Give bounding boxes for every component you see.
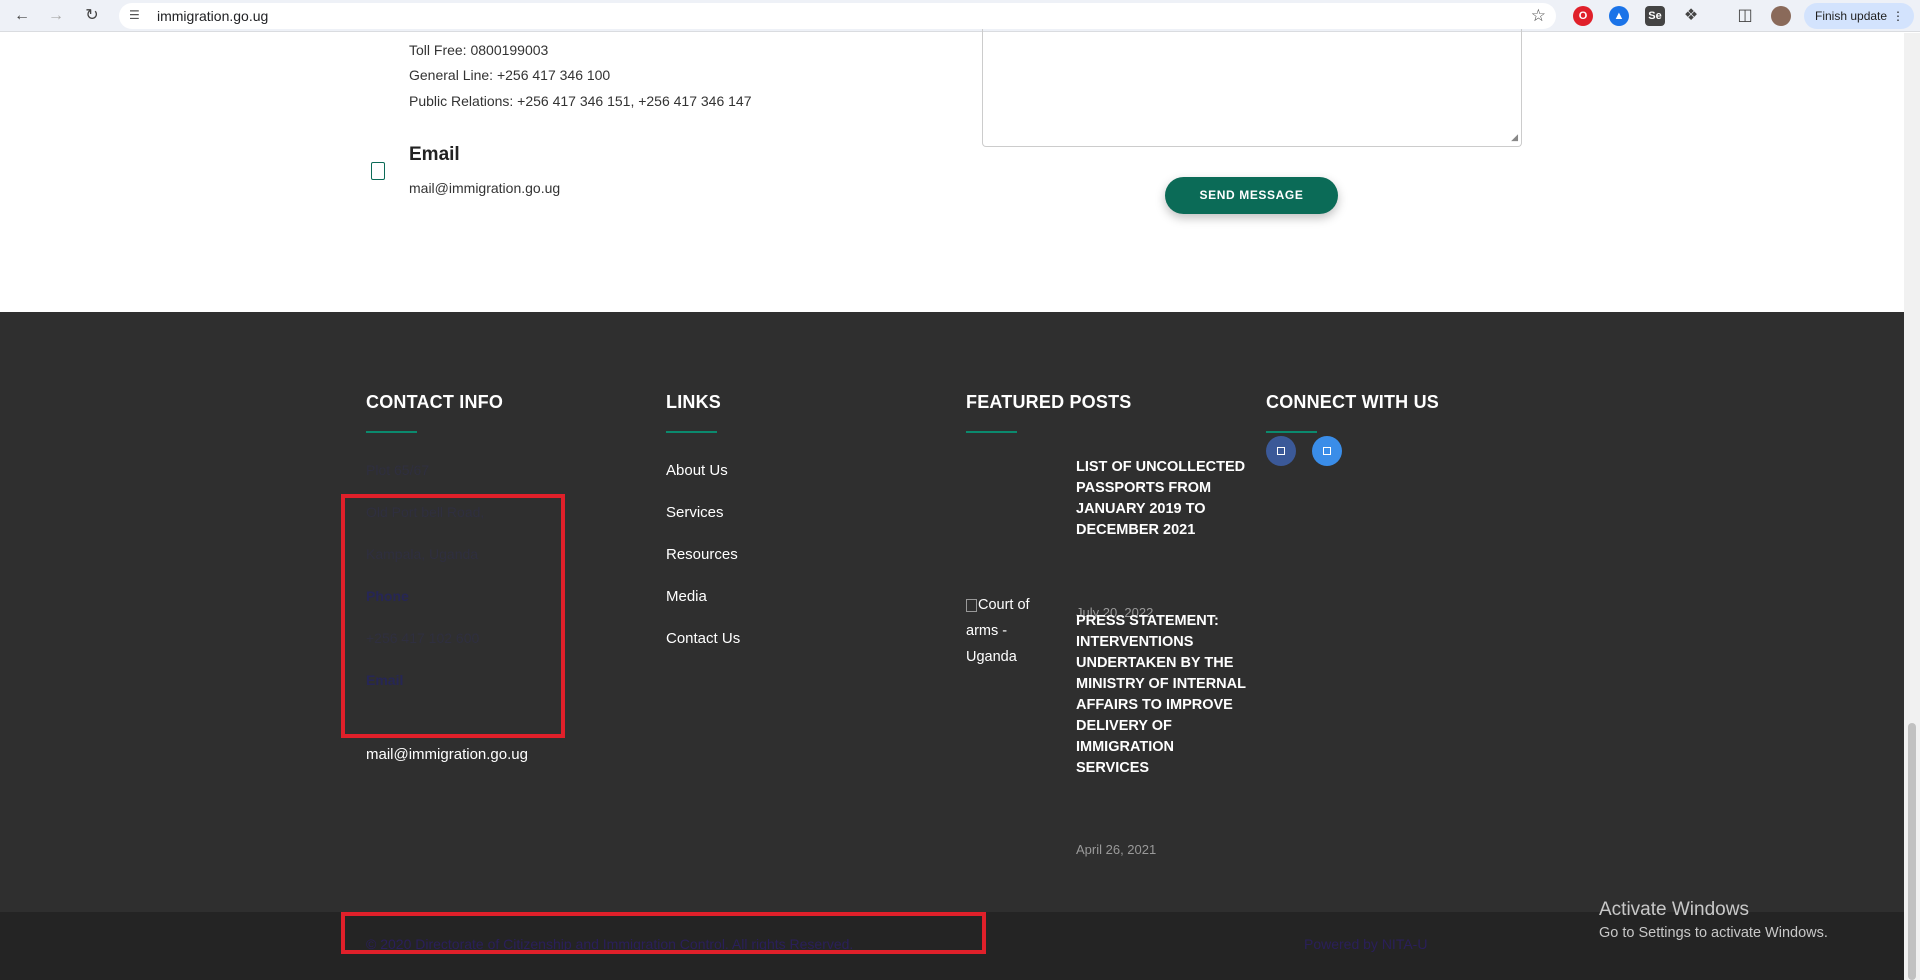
twitter-icon[interactable] xyxy=(1312,436,1342,466)
heading-underline xyxy=(366,431,417,433)
toll-free-text: Toll Free: 0800199003 xyxy=(409,42,549,58)
url-text: immigration.go.ug xyxy=(157,8,269,24)
post-title-2[interactable]: PRESS STATEMENT: INTERVENTIONS UNDERTAKE… xyxy=(1076,611,1246,779)
message-textarea[interactable]: ◢ xyxy=(982,29,1522,147)
resize-handle-icon[interactable]: ◢ xyxy=(1511,132,1518,143)
email-heading: Email xyxy=(409,144,460,165)
heading-underline xyxy=(1266,431,1317,433)
heading-underline xyxy=(666,431,717,433)
link-contact-us[interactable]: Contact Us xyxy=(666,630,740,647)
broken-image-icon xyxy=(966,598,977,612)
finish-update-label: Finish update xyxy=(1815,9,1888,23)
send-message-button[interactable]: SEND MESSAGE xyxy=(1165,177,1338,214)
links-heading: LINKS xyxy=(666,392,721,412)
more-options-icon[interactable]: ⋮ xyxy=(1892,3,1904,29)
scrollbar-thumb[interactable] xyxy=(1908,723,1916,980)
red-highlight-box xyxy=(341,494,565,738)
opera-extension-icon[interactable]: O xyxy=(1573,6,1593,26)
finish-update-button[interactable]: Finish update ⋮ xyxy=(1804,3,1914,29)
contact-info-heading: CONTACT INFO xyxy=(366,392,504,412)
arrow-left-icon[interactable]: ← xyxy=(10,4,34,28)
site-settings-icon[interactable]: ☰ xyxy=(129,8,140,22)
footer-email-link[interactable]: mail@immigration.go.ug xyxy=(366,746,528,763)
general-line-text: General Line: +256 417 346 100 xyxy=(409,67,611,83)
heading-underline xyxy=(966,431,1017,433)
facebook-icon[interactable] xyxy=(1266,436,1296,466)
address-bar[interactable]: ☰ immigration.go.ug ☆ xyxy=(119,3,1556,29)
public-relations-text: Public Relations: +256 417 346 151, +256… xyxy=(409,93,752,109)
footer: CONTACT INFO Plot 65/67 Old Port bell Ro… xyxy=(0,312,1904,912)
email-address-text[interactable]: mail@immigration.go.ug xyxy=(409,180,560,196)
selenium-extension-icon[interactable]: Se xyxy=(1645,6,1665,26)
connect-heading: CONNECT WITH US xyxy=(1266,392,1439,412)
link-services[interactable]: Services xyxy=(666,504,724,521)
page-scrollbar[interactable] xyxy=(1904,33,1920,980)
post-title-1[interactable]: LIST OF UNCOLLECTED PASSPORTS FROM JANUA… xyxy=(1076,457,1246,541)
link-resources[interactable]: Resources xyxy=(666,546,738,563)
profile-avatar[interactable] xyxy=(1771,6,1791,26)
side-panel-icon[interactable]: ◫ xyxy=(1735,6,1755,26)
post-date-2: April 26, 2021 xyxy=(1076,842,1157,857)
contact-section: Toll Free: 0800199003 General Line: +256… xyxy=(0,29,1904,312)
browser-toolbar: ← → ↻ ☰ immigration.go.ug ☆ O ▲ Se ❖ ◫ F… xyxy=(0,0,1920,32)
extension-icon[interactable]: ▲ xyxy=(1609,6,1629,26)
link-media[interactable]: Media xyxy=(666,588,707,605)
arrow-right-icon[interactable]: → xyxy=(44,4,68,28)
address-line-1: Plot 65/67 xyxy=(366,462,430,478)
link-about-us[interactable]: About Us xyxy=(666,462,728,479)
post-thumbnail-broken-image[interactable]: Court of arms - Uganda xyxy=(966,592,1056,670)
activate-windows-subtitle: Go to Settings to activate Windows. xyxy=(1599,925,1828,941)
powered-by-link[interactable]: Powered by NITA-U xyxy=(1304,936,1427,952)
bookmark-star-icon[interactable]: ☆ xyxy=(1531,6,1546,26)
puzzle-extensions-icon[interactable]: ❖ xyxy=(1681,6,1701,26)
activate-windows-title: Activate Windows xyxy=(1599,899,1749,920)
email-icon xyxy=(371,162,385,180)
red-highlight-box xyxy=(341,912,986,954)
page-content: Toll Free: 0800199003 General Line: +256… xyxy=(0,29,1904,980)
featured-posts-heading: FEATURED POSTS xyxy=(966,392,1132,412)
reload-icon[interactable]: ↻ xyxy=(80,4,104,28)
footer-bottom-bar: © 2020 Directorate of Citizenship and Im… xyxy=(0,912,1904,980)
